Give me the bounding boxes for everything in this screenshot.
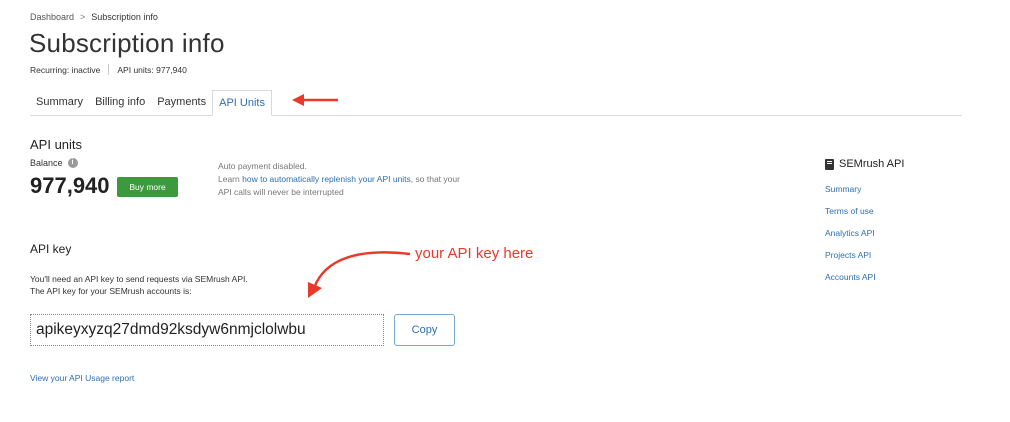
api-key-field[interactable]: apikeyxyzq27dmd92ksdyw6nmjclolwbu [30, 314, 384, 346]
annotation-arrow-tab-icon [292, 94, 338, 106]
sidebar-link-terms[interactable]: Terms of use [825, 206, 975, 216]
meta-divider [108, 64, 110, 75]
tab-summary[interactable]: Summary [30, 96, 89, 115]
autopay-note: Auto payment disabled. Learn how to auto… [218, 160, 518, 199]
tab-payments[interactable]: Payments [151, 96, 212, 115]
api-key-desc-line1: You'll need an API key to send requests … [30, 274, 248, 284]
subscription-meta: Recurring: inactive API units: 977,940 [30, 64, 187, 75]
autopay-learn-line: Learn how to automatically replenish you… [218, 173, 518, 186]
api-key-desc-line2: The API key for your SEMrush accounts is… [30, 286, 192, 296]
breadcrumb-separator: > [80, 12, 86, 22]
semrush-api-sidebar: SEMrush API Summary Terms of use Analyti… [825, 158, 975, 294]
book-icon [825, 158, 834, 170]
recurring-status: Recurring: inactive [30, 64, 101, 75]
sidebar-link-projects-api[interactable]: Projects API [825, 250, 975, 260]
breadcrumb-current: Subscription info [91, 12, 158, 22]
sidebar-link-accounts-api[interactable]: Accounts API [825, 272, 975, 282]
annotation-arrow-curve-icon [308, 251, 411, 298]
breadcrumb: Dashboard > Subscription info [30, 12, 158, 22]
sidebar-title: SEMrush API [825, 158, 975, 170]
balance-label: Balance i [30, 158, 78, 168]
api-key-title: API key [30, 242, 72, 256]
balance-value: 977,940 [30, 173, 110, 198]
api-units-meta: API units: 977,940 [117, 64, 187, 75]
sidebar-link-summary[interactable]: Summary [825, 184, 975, 194]
api-key-annotation: your API key here [415, 245, 534, 262]
autopay-status: Auto payment disabled. [218, 161, 307, 171]
tab-billing-info[interactable]: Billing info [89, 96, 151, 115]
balance-label-text: Balance [30, 158, 63, 168]
info-icon[interactable]: i [67, 158, 78, 168]
buy-more-button[interactable]: Buy more [117, 177, 178, 197]
sidebar-title-text: SEMrush API [839, 158, 905, 170]
api-units-section-title: API units [30, 137, 83, 152]
breadcrumb-dashboard[interactable]: Dashboard [30, 12, 74, 22]
autopay-replenish-link[interactable]: how to automatically replenish your API … [242, 174, 411, 184]
copy-button[interactable]: Copy [394, 314, 455, 346]
autopay-learn: Learn [218, 174, 240, 184]
page-title: Subscription info [29, 28, 225, 58]
tab-api-units[interactable]: API Units [212, 90, 272, 116]
sidebar-link-analytics-api[interactable]: Analytics API [825, 228, 975, 238]
autopay-rest: , so that your [410, 174, 460, 184]
api-usage-report-link[interactable]: View your API Usage report [30, 373, 134, 383]
autopay-line3: API calls will never be interrupted [218, 187, 344, 197]
api-key-description: You'll need an API key to send requests … [30, 273, 248, 297]
tab-bar: Summary Billing info Payments API Units [30, 90, 962, 116]
